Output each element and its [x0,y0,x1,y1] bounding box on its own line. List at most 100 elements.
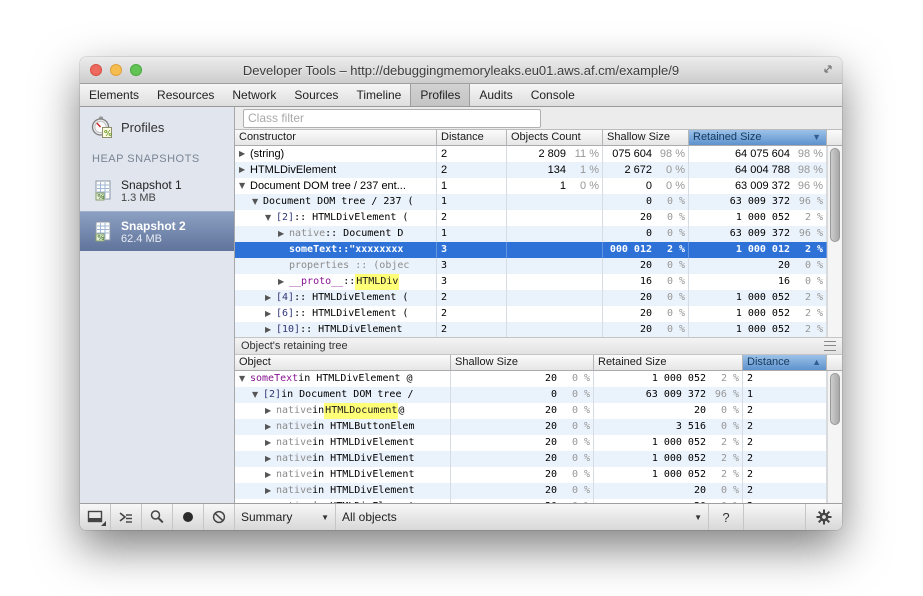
constructor-scrollbar[interactable] [827,146,842,337]
row-label-part: in HTMLDivElement [312,499,414,503]
disclosure-collapsed-icon[interactable]: ▶ [265,403,276,419]
column-header-distance[interactable]: Distance [437,130,507,146]
table-row[interactable]: ▶[4] :: HTMLDivElement (2200 %1 000 0522… [235,290,827,306]
column-header-retained-size[interactable]: Retained Size▼ [689,130,827,146]
dock-to-main-window-button[interactable] [80,504,111,530]
disclosure-collapsed-icon[interactable]: ▶ [265,322,276,337]
sidebar-profiles-header: % Profiles [80,107,234,145]
disclosure-collapsed-icon[interactable]: ▶ [265,419,276,435]
column-header-distance[interactable]: Distance▲ [743,355,827,371]
constructor-grid: Constructor Distance Objects Count Shall… [235,130,842,337]
table-row[interactable]: ▼Document DOM tree / 237 (100 %63 009 37… [235,194,827,210]
disclosure-collapsed-icon[interactable]: ▶ [278,274,289,290]
scrollbar-thumb[interactable] [830,148,840,242]
tab-audits[interactable]: Audits [470,84,521,106]
column-header-shallow-size[interactable]: Shallow Size [603,130,689,146]
view-mode-select[interactable]: Summary▼ [235,504,336,530]
row-label-part: @ [398,403,404,419]
panel-menu-icon[interactable] [824,341,836,351]
table-row[interactable]: ▶native in HTMLDivElement200 %200 %2 [235,483,827,499]
zoom-button[interactable] [130,64,142,76]
table-row[interactable]: ▶native in HTMLDivElement200 %1 000 0522… [235,467,827,483]
table-row[interactable]: ▶native in HTMLDivElement200 %1 000 0522… [235,451,827,467]
column-header-object[interactable]: Object [235,355,451,371]
sidebar-item-snapshot-2[interactable]: %Snapshot 262.4 MB [80,211,234,251]
scrollbar-thumb[interactable] [830,373,840,425]
retaining-scrollbar[interactable] [827,371,842,503]
table-row[interactable]: ▶__proto__ :: HTMLDiv3160 %160 % [235,274,827,290]
table-row[interactable]: ▶native :: Document D100 %63 009 37296 % [235,226,827,242]
disclosure-expanded-icon[interactable]: ▼ [265,210,276,226]
record-heap-snapshot-button[interactable] [173,504,204,530]
table-row[interactable]: ▶[6] :: HTMLDivElement (2200 %1 000 0522… [235,306,827,322]
disclosure-collapsed-icon[interactable]: ▶ [265,483,276,499]
table-row[interactable]: ▼[2] :: HTMLDivElement (2200 %1 000 0522… [235,210,827,226]
column-header-objects-count[interactable]: Objects Count [507,130,603,146]
objects-filter-select[interactable]: All objects▼ [336,504,709,530]
svg-text:%: % [97,234,104,242]
tab-network[interactable]: Network [223,84,285,106]
disclosure-collapsed-icon[interactable]: ▶ [265,467,276,483]
search-button[interactable] [142,504,173,530]
close-button[interactable] [90,64,102,76]
tab-sources[interactable]: Sources [285,84,347,106]
disclosure-collapsed-icon[interactable]: ▶ [265,435,276,451]
disclosure-collapsed-icon[interactable]: ▶ [265,290,276,306]
tab-profiles[interactable]: Profiles [410,84,470,106]
minimize-button[interactable] [110,64,122,76]
row-label-part: in HTMLDivElement [312,435,414,451]
settings-gear-button[interactable] [805,504,842,530]
row-label-part: in HTMLDivElement [312,483,414,499]
table-row[interactable]: ▶native in HTMLDocument @200 %200 %2 [235,403,827,419]
column-header-shallow-size[interactable]: Shallow Size [451,355,594,371]
disclosure-collapsed-icon[interactable]: ▶ [265,499,276,503]
disclosure-expanded-icon[interactable]: ▼ [239,178,250,194]
row-label-part: properties :: (objec [289,258,409,274]
table-row[interactable]: ▶[10] :: HTMLDivElement2200 %1 000 0522 … [235,322,827,337]
tab-console[interactable]: Console [522,84,584,106]
disclosure-collapsed-icon[interactable]: ▶ [278,226,289,242]
row-label-part: :: HTMLDivElement ( [294,290,408,306]
disclosure-collapsed-icon[interactable]: ▶ [265,306,276,322]
retaining-rows: ▼someText in HTMLDivElement @200 %1 000 … [235,371,827,503]
row-label-part: in [312,403,324,419]
class-filter-input[interactable] [243,109,541,128]
table-row[interactable]: ▼[2] in Document DOM tree /00 %63 009 37… [235,387,827,403]
row-label-part: [2] [276,210,294,226]
row-label-part: [4] [276,290,294,306]
table-row[interactable]: someText :: "xxxxxxxx3000 0122 %1 000 01… [235,242,827,258]
disclosure-expanded-icon[interactable]: ▼ [252,194,263,210]
tab-elements[interactable]: Elements [80,84,148,106]
table-row[interactable]: ▶HTMLDivElement21341 %2 6720 %64 004 788… [235,162,827,178]
disclosure-collapsed-icon[interactable]: ▶ [239,146,250,162]
column-header-retained-size[interactable]: Retained Size [594,355,743,371]
help-button[interactable]: ? [709,504,744,530]
row-label-part: Document DOM tree / 237 ent... [250,178,406,194]
table-row[interactable]: ▶native in HTMLDivElement200 %200 %2 [235,499,827,503]
resize-icon[interactable] [822,63,834,75]
sidebar-profiles-label[interactable]: Profiles [121,120,164,135]
tab-resources[interactable]: Resources [148,84,223,106]
row-label-part: in Document DOM tree / [281,387,413,403]
row-label-part: :: [337,242,349,258]
scroll-corner [827,130,842,146]
tab-bar: ElementsResourcesNetworkSourcesTimelineP… [80,84,842,107]
row-label-part: "xxxxxxxx [349,242,403,258]
disclosure-collapsed-icon[interactable]: ▶ [239,162,250,178]
table-row[interactable]: ▶native in HTMLButtonElem200 %3 5160 %2 [235,419,827,435]
column-header-constructor[interactable]: Constructor [235,130,437,146]
disclosure-expanded-icon[interactable]: ▼ [252,387,263,403]
row-label-part: [10] [276,322,300,337]
table-row[interactable]: ▶native in HTMLDivElement200 %1 000 0522… [235,435,827,451]
table-row[interactable]: properties :: (objec3200 %200 % [235,258,827,274]
content-area: % Profiles HEAP SNAPSHOTS %Snapshot 11.3… [80,107,842,503]
table-row[interactable]: ▶(string)22 80911 %075 60498 %64 075 604… [235,146,827,162]
tab-timeline[interactable]: Timeline [347,84,410,106]
table-row[interactable]: ▼someText in HTMLDivElement @200 %1 000 … [235,371,827,387]
show-console-button[interactable] [111,504,142,530]
sidebar-item-snapshot-1[interactable]: %Snapshot 11.3 MB [80,171,234,211]
disclosure-expanded-icon[interactable]: ▼ [239,371,250,387]
clear-profiles-button[interactable] [204,504,235,530]
disclosure-collapsed-icon[interactable]: ▶ [265,451,276,467]
table-row[interactable]: ▼Document DOM tree / 237 ent...110 %00 %… [235,178,827,194]
